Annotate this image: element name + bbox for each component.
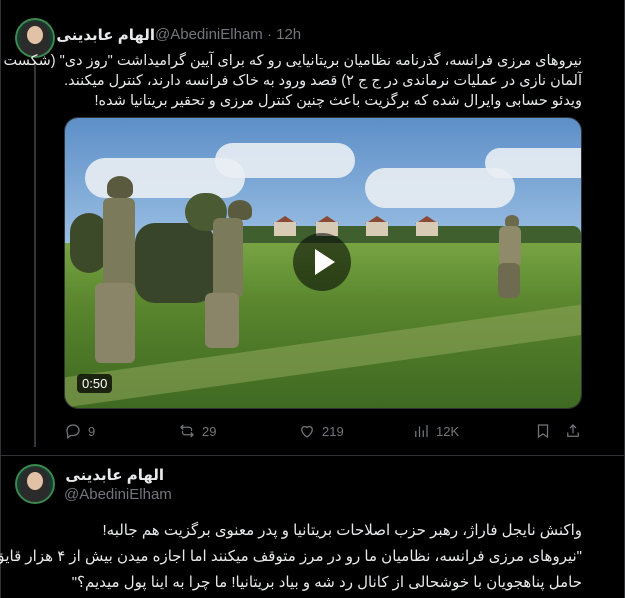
display-name[interactable]: الهام عابدینی	[55, 26, 155, 44]
tweet-divider	[0, 455, 625, 456]
reply-icon	[66, 424, 80, 440]
tweet-line: آلمان نازی در عملیات نرماندی در ج ج ۲) ق…	[64, 73, 582, 89]
timeline: الهام عابدینی @AbediniElham · 12h نیروها…	[0, 0, 625, 598]
tweet-line: ویدئو حسابی وایرال شده که برگزیت باعث چن…	[94, 93, 582, 109]
handle[interactable]: @AbediniElham	[64, 486, 172, 503]
retweet-count: 29	[202, 423, 217, 439]
video-player[interactable]: 0:50	[64, 117, 582, 409]
tweet-line: حامل پناهجویان با خوشحالی از کانال رد شه…	[71, 574, 582, 591]
reply-button[interactable]: 9	[64, 422, 95, 440]
tweet-line: "نیروهای مرزی فرانسه، نظامیان ما رو در م…	[0, 548, 582, 565]
play-button[interactable]	[293, 233, 351, 291]
views-icon	[415, 425, 428, 437]
tweet-text: واکنش نایجل فاراژ، رهبر حزب اصلاحات بریت…	[0, 518, 583, 596]
thread-connector-line	[34, 62, 36, 447]
retweet-icon	[180, 424, 194, 438]
bookmark-icon	[537, 424, 549, 439]
avatar[interactable]	[15, 464, 55, 504]
tweet-text: نیروهای مرزی فرانسه، گذرنامه نظامیان بری…	[3, 51, 582, 111]
retweet-button[interactable]: 29	[178, 422, 216, 440]
video-duration: 0:50	[77, 374, 113, 393]
display-name[interactable]: الهام عابدینی	[64, 466, 164, 484]
share-icon	[567, 424, 579, 437]
views-count: 12K	[436, 423, 460, 439]
like-count: 219	[322, 423, 344, 439]
left-border	[0, 0, 1, 598]
handle-and-time[interactable]: @AbediniElham · 12h	[155, 26, 301, 43]
play-icon	[315, 249, 335, 275]
tweet-line: نیروهای مرزی فرانسه، گذرنامه نظامیان بری…	[3, 53, 582, 69]
like-icon	[301, 425, 313, 438]
share-button[interactable]	[564, 422, 582, 440]
reply-count: 9	[88, 423, 96, 439]
like-button[interactable]: 219	[298, 422, 344, 440]
bookmark-button[interactable]	[534, 422, 552, 440]
views-button[interactable]: 12K	[412, 422, 459, 440]
tweet-line: واکنش نایجل فاراژ، رهبر حزب اصلاحات بریت…	[102, 522, 583, 539]
